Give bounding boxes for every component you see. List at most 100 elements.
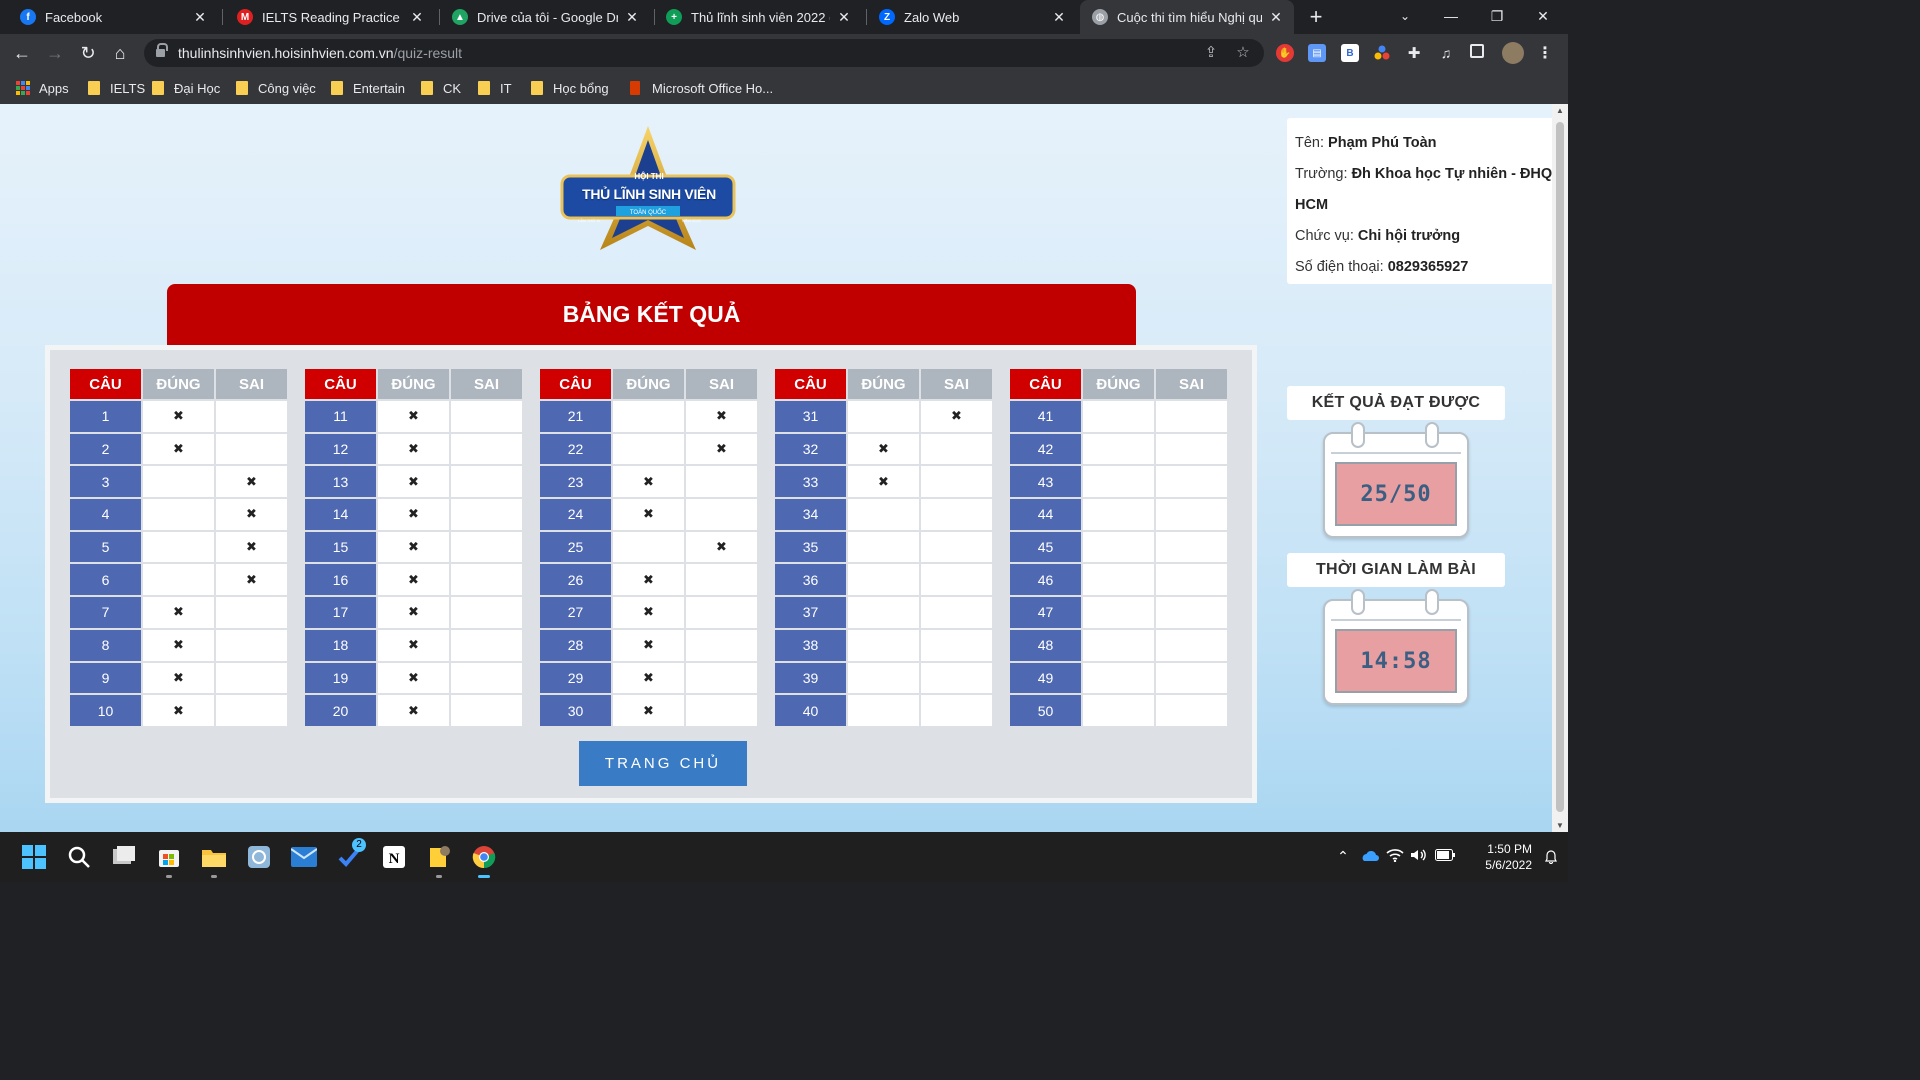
- lock-icon[interactable]: [156, 43, 168, 58]
- adblock-extension-icon[interactable]: ✋: [1276, 44, 1294, 62]
- todo-icon[interactable]: 2: [336, 838, 366, 870]
- page-content: HỘI THI THỦ LĨNH SINH VIÊN TOÀN QUỐC LẦN…: [0, 104, 1552, 832]
- header-correct: ĐÚNG: [848, 369, 919, 399]
- question-number: 34: [775, 499, 846, 530]
- tab-close-icon[interactable]: ✕: [409, 9, 425, 26]
- scroll-down-icon[interactable]: ▼: [1552, 821, 1568, 830]
- tray-overflow-icon[interactable]: ⌃: [1334, 848, 1352, 865]
- question-number: 28: [540, 629, 611, 661]
- bookmark-item[interactable]: Công việc: [236, 79, 316, 97]
- home-icon[interactable]: ⌂: [106, 39, 134, 67]
- chrome-menu-icon[interactable]: ⋮: [1536, 44, 1554, 62]
- side-panel-icon[interactable]: [1470, 44, 1484, 58]
- bookmark-item[interactable]: IELTS: [88, 79, 145, 97]
- tab-4[interactable]: + Thủ lĩnh sinh viên 2022 (Dar ✕: [654, 0, 862, 34]
- bookmark-star-icon[interactable]: ☆: [1234, 44, 1252, 62]
- table-row: 21 ✖: [540, 401, 757, 432]
- header-question: CÂU: [775, 369, 846, 399]
- windows-start-icon[interactable]: [21, 844, 47, 870]
- sticky-notes-icon[interactable]: [426, 844, 452, 878]
- google-drive-icon: ▲: [452, 9, 468, 25]
- tab-5[interactable]: Z Zalo Web ✕: [867, 0, 1077, 34]
- minimize-button[interactable]: —: [1428, 0, 1474, 34]
- tab-6[interactable]: ◍ Cuộc thi tìm hiểu Nghị quyết ✕: [1080, 0, 1294, 34]
- tab-2[interactable]: M IELTS Reading Practice Tests ✕: [225, 0, 435, 34]
- address-bar[interactable]: thulinhsinhvien.hoisinhvien.com.vn/quiz-…: [144, 39, 1264, 67]
- onedrive-icon[interactable]: [1358, 848, 1380, 865]
- mail-icon[interactable]: [291, 844, 317, 870]
- correct-cell: ✖: [378, 466, 449, 498]
- table-row: 13 ✖: [305, 466, 522, 498]
- folder-icon: [331, 81, 343, 95]
- volume-icon[interactable]: [1410, 848, 1428, 865]
- task-view-icon[interactable]: [111, 844, 137, 870]
- system-clock[interactable]: 1:50 PM 5/6/2022: [1462, 841, 1532, 873]
- question-number: 19: [305, 662, 376, 694]
- tab-close-icon[interactable]: ✕: [624, 9, 640, 26]
- wrong-cell: [451, 695, 522, 726]
- result-table-2: CÂU ĐÚNG SAI 11 ✖ 12 ✖ 13 ✖ 14 ✖ 15 ✖ 16 ✖ 17 ✖ 18 ✖ 19 ✖ 20 ✖: [303, 367, 524, 728]
- home-button[interactable]: TRANG CHỦ: [579, 741, 747, 786]
- table-row: 15 ✖: [305, 531, 522, 563]
- wifi-icon[interactable]: [1386, 848, 1404, 865]
- search-icon[interactable]: [66, 844, 92, 870]
- tab-close-icon[interactable]: ✕: [1268, 9, 1284, 26]
- battery-icon[interactable]: [1434, 848, 1456, 864]
- tab-close-icon[interactable]: ✕: [192, 9, 208, 26]
- notification-icon[interactable]: [1544, 850, 1558, 867]
- wrong-cell: ✖: [921, 401, 992, 432]
- bookmark-item[interactable]: Đại Học: [152, 79, 220, 97]
- microsoft-store-icon[interactable]: [156, 844, 182, 878]
- restore-button[interactable]: ❐: [1474, 0, 1520, 34]
- tab-3[interactable]: ▲ Drive của tôi - Google Drive ✕: [440, 0, 650, 34]
- globe-icon: ◍: [1092, 9, 1108, 25]
- bookmark-item[interactable]: IT: [478, 79, 512, 97]
- close-window-button[interactable]: ✕: [1520, 0, 1566, 34]
- table-row: 36: [775, 564, 992, 596]
- bookmark-item[interactable]: Học bổng: [531, 79, 609, 97]
- wrong-cell: [686, 499, 757, 530]
- extension-dots-icon[interactable]: [1373, 44, 1391, 62]
- wrong-cell: [216, 662, 287, 694]
- scroll-up-icon[interactable]: ▲: [1552, 106, 1568, 115]
- bookmark-item[interactable]: CK: [421, 79, 461, 97]
- bookmark-label: Microsoft Office Ho...: [652, 80, 774, 96]
- table-row: 37: [775, 597, 992, 628]
- question-number: 27: [540, 597, 611, 628]
- profile-avatar[interactable]: [1502, 42, 1524, 64]
- extension-icon-2[interactable]: ▤: [1308, 44, 1326, 62]
- file-explorer-icon[interactable]: [201, 844, 227, 878]
- notion-icon[interactable]: N: [381, 844, 407, 870]
- share-icon[interactable]: ⇪: [1202, 44, 1220, 62]
- folder-icon: [152, 81, 164, 95]
- apps-shortcut[interactable]: Apps: [16, 79, 69, 97]
- extensions-puzzle-icon[interactable]: ✚: [1405, 44, 1423, 62]
- new-tab-button[interactable]: +: [1306, 4, 1326, 30]
- question-number: 35: [775, 531, 846, 563]
- reload-button[interactable]: ↻: [74, 39, 102, 67]
- bookmark-item[interactable]: Entertain: [331, 79, 405, 97]
- media-control-icon[interactable]: ♫: [1437, 44, 1455, 62]
- wrong-cell: [216, 401, 287, 432]
- correct-cell: ✖: [143, 695, 214, 726]
- table-row: 42: [1010, 433, 1227, 465]
- bookmark-item[interactable]: Microsoft Office Ho...: [630, 79, 773, 97]
- tab-close-icon[interactable]: ✕: [1051, 9, 1067, 26]
- zalo-icon: Z: [879, 9, 895, 25]
- ms-teams-icon[interactable]: [246, 844, 272, 870]
- score-value: 25/50: [1335, 462, 1457, 526]
- tab-search-icon[interactable]: ⌄: [1382, 0, 1428, 34]
- back-button[interactable]: ←: [8, 39, 36, 67]
- tab-1[interactable]: f Facebook ✕: [8, 0, 218, 34]
- question-number: 26: [540, 564, 611, 596]
- address-toolbar: ← → ↻ ⌂ thulinhsinhvien.hoisinhvien.com.…: [0, 34, 1568, 72]
- wrong-cell: [1156, 662, 1227, 694]
- chrome-icon[interactable]: [471, 844, 497, 878]
- scrollbar-thumb[interactable]: [1556, 122, 1564, 812]
- extension-b-icon[interactable]: B: [1341, 44, 1359, 62]
- header-question: CÂU: [305, 369, 376, 399]
- page-scrollbar[interactable]: ▲ ▼: [1552, 104, 1568, 832]
- forward-button[interactable]: →: [41, 39, 69, 67]
- google-sheets-icon: +: [666, 9, 682, 25]
- tab-close-icon[interactable]: ✕: [836, 9, 852, 26]
